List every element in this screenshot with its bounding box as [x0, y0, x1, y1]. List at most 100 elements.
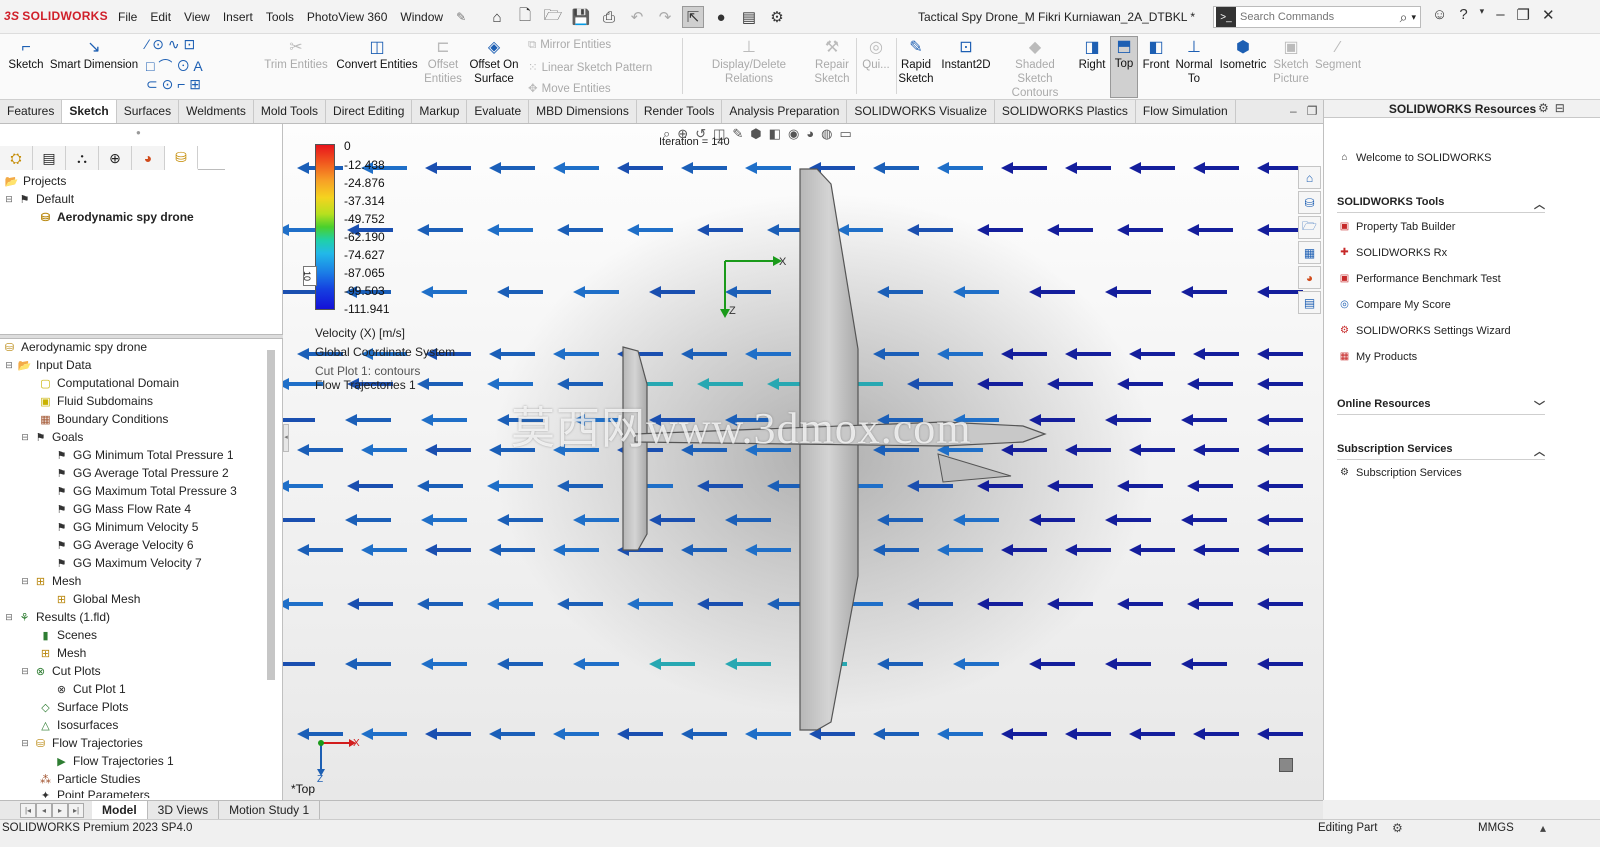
repair-sketch-button[interactable]: ⚒ Repair Sketch	[812, 38, 852, 86]
collapse-icon[interactable]: ⊟	[20, 576, 30, 587]
design-library-icon[interactable]: ⛁	[1298, 191, 1321, 214]
rectangle-icon[interactable]: □ ⌒ ⊙ A	[146, 56, 203, 76]
tools-item[interactable]: ▣ Performance Benchmark Test	[1338, 272, 1501, 285]
move-entities-button[interactable]: ✥ Move Entities	[528, 81, 611, 95]
sketch-picture-button[interactable]: ▣ Sketch Picture	[1272, 38, 1310, 86]
tree-flow-trajectories-1[interactable]: ▶ Flow Trajectories 1	[54, 754, 173, 768]
pane-collapse-handle[interactable]: ◂	[283, 424, 289, 452]
chevron-up-icon[interactable]: ︿	[1534, 196, 1545, 212]
tools-item[interactable]: ✚ SOLIDWORKS Rx	[1338, 246, 1447, 259]
tab-render-tools[interactable]: Render Tools	[637, 100, 723, 123]
tab-direct-editing[interactable]: Direct Editing	[326, 100, 413, 123]
tree-active-project[interactable]: ⛁ Aerodynamic spy drone	[38, 210, 194, 224]
solidworks-tools-section[interactable]: SOLIDWORKS Tools ︿	[1337, 196, 1545, 213]
tree-surface-plots[interactable]: ◇ Surface Plots	[38, 700, 128, 714]
file-properties-icon[interactable]: ▤	[738, 6, 760, 28]
tree-isosurfaces[interactable]: △ Isosurfaces	[38, 718, 118, 732]
subscription-services-link[interactable]: ⚙ Subscription Services	[1338, 466, 1462, 479]
appearances-icon[interactable]: ◕	[1298, 266, 1321, 289]
configurationmanager-tab-icon[interactable]: ⛬	[66, 146, 99, 170]
collapse-icon[interactable]: ⊟	[4, 194, 14, 205]
tab-3d-views[interactable]: 3D Views	[148, 801, 220, 819]
doc-minimize-icon[interactable]: –	[1290, 104, 1297, 118]
search-icon[interactable]: ⌕	[1400, 9, 1408, 26]
tab-features[interactable]: Features	[0, 100, 63, 123]
velocity-color-scale[interactable]	[315, 144, 335, 310]
tools-item[interactable]: ▣ Property Tab Builder	[1338, 220, 1456, 233]
tab-mold-tools[interactable]: Mold Tools	[254, 100, 327, 123]
restore-icon[interactable]: ❐	[1517, 6, 1530, 24]
trim-entities-button[interactable]: ✂ Trim Entities	[262, 38, 330, 72]
help-dropdown-icon[interactable]: ▾	[1480, 6, 1485, 24]
chevron-up-icon[interactable]: ︿	[1534, 443, 1545, 459]
mirror-entities-button[interactable]: ⧉ Mirror Entities	[528, 39, 611, 52]
propertymanager-tab-icon[interactable]: ▤	[33, 146, 66, 170]
redo-icon[interactable]: ↷	[654, 6, 676, 28]
view-orientation-icon[interactable]: ⬢	[750, 126, 761, 142]
traffic-light-icon[interactable]: ●	[710, 6, 732, 28]
user-icon[interactable]: ☺	[1432, 6, 1447, 24]
tree-computational-domain[interactable]: ▢ Computational Domain	[38, 376, 179, 390]
menu-photoview[interactable]: PhotoView 360	[307, 10, 388, 24]
pushpin-icon[interactable]: ⊟	[1555, 101, 1565, 115]
tab-solidworks-plastics[interactable]: SOLIDWORKS Plastics	[995, 100, 1136, 123]
tree-fluid-subdomains[interactable]: ▣ Fluid Subdomains	[38, 394, 153, 408]
tree-flow-trajectories[interactable]: ⊟ ⛁ Flow Trajectories	[20, 736, 142, 750]
tree-boundary-conditions[interactable]: ▦ Boundary Conditions	[38, 412, 168, 426]
tab-mbd-dimensions[interactable]: MBD Dimensions	[529, 100, 637, 123]
tree-results-mesh[interactable]: ⊞ Mesh	[38, 646, 86, 660]
instant2d-button[interactable]: ⊡ Instant2D	[938, 38, 994, 72]
custom-properties-icon[interactable]: ▤	[1298, 291, 1321, 314]
tree-scenes[interactable]: ▮ Scenes	[38, 628, 97, 642]
open-icon[interactable]: 🗁	[542, 6, 564, 28]
last-tab-icon[interactable]: ▸|	[68, 802, 84, 818]
tree-goal-item[interactable]: ⚑ GG Average Velocity 6	[54, 538, 194, 552]
pin-icon[interactable]: ✎	[456, 10, 466, 24]
tab-solidworks-visualize[interactable]: SOLIDWORKS Visualize	[847, 100, 995, 123]
menu-window[interactable]: Window	[400, 10, 443, 24]
collapse-icon[interactable]: ⊟	[4, 360, 14, 371]
displaymanager-tab-icon[interactable]: ◕	[132, 146, 165, 170]
quick-snaps-button[interactable]: ◎ Qui...	[860, 38, 892, 72]
home-tab-icon[interactable]: ⌂	[1298, 166, 1321, 189]
tab-surfaces[interactable]: Surfaces	[117, 100, 180, 123]
tree-goal-item[interactable]: ⚑ GG Average Total Pressure 2	[54, 466, 229, 480]
apply-scene-icon[interactable]: ◍	[821, 126, 832, 142]
tools-item[interactable]: ⚙ SOLIDWORKS Settings Wizard	[1338, 324, 1511, 337]
rebuild-icon[interactable]: ⚙	[1392, 821, 1403, 835]
shaded-sketch-contours-button[interactable]: ◆ Shaded Sketch Contours	[998, 38, 1072, 100]
tab-markup[interactable]: Markup	[412, 100, 468, 123]
tree-cut-plots[interactable]: ⊟ ⊗ Cut Plots	[20, 664, 100, 678]
print-icon[interactable]: ⎙	[598, 6, 620, 28]
view-palette-icon[interactable]: ▦	[1298, 241, 1321, 264]
tab-evaluate[interactable]: Evaluate	[467, 100, 530, 123]
smart-dimension-button[interactable]: ↘ Smart Dimension	[48, 38, 140, 72]
menu-tools[interactable]: Tools	[266, 10, 294, 24]
offset-entities-button[interactable]: ⊏ Offset Entities	[421, 38, 465, 86]
flow-simulation-tab-icon[interactable]: ⛁	[165, 146, 198, 170]
menu-insert[interactable]: Insert	[223, 10, 253, 24]
segment-button[interactable]: ⁄ Segment	[1314, 38, 1362, 72]
tree-global-mesh[interactable]: ⊞ Global Mesh	[54, 592, 140, 606]
slot-icon[interactable]: ⊂ ⊙ ⌐ ⊞	[146, 76, 201, 93]
viewport-corner-button[interactable]	[1279, 758, 1293, 772]
tab-flow-simulation[interactable]: Flow Simulation	[1136, 100, 1236, 123]
save-icon[interactable]: 💾	[570, 6, 592, 28]
search-commands[interactable]: >_ ⌕ ▾	[1213, 6, 1421, 28]
normal-to-button[interactable]: ⊥ Normal To	[1174, 38, 1214, 86]
subscription-services-section[interactable]: Subscription Services ︿	[1337, 443, 1545, 460]
dimxpert-tab-icon[interactable]: ⊕	[99, 146, 132, 170]
tree-cut-plot-1[interactable]: ⊗ Cut Plot 1	[54, 682, 126, 696]
close-icon[interactable]: ✕	[1542, 6, 1555, 24]
collapse-icon[interactable]: ⊟	[20, 432, 30, 443]
menu-edit[interactable]: Edit	[150, 10, 171, 24]
convert-entities-button[interactable]: ◫ Convert Entities	[334, 38, 420, 72]
undo-icon[interactable]: ↶	[626, 6, 648, 28]
tools-item[interactable]: ◎ Compare My Score	[1338, 298, 1451, 311]
tree-particle-studies[interactable]: ⁂ Particle Studies	[38, 772, 140, 786]
welcome-link[interactable]: ⌂ Welcome to SOLIDWORKS	[1338, 151, 1491, 164]
search-dropdown-icon[interactable]: ▾	[1411, 12, 1416, 23]
collapse-icon[interactable]: ⊟	[20, 738, 30, 749]
tree-goal-item[interactable]: ⚑ GG Minimum Velocity 5	[54, 520, 199, 534]
tree-goal-item[interactable]: ⚑ GG Maximum Velocity 7	[54, 556, 202, 570]
